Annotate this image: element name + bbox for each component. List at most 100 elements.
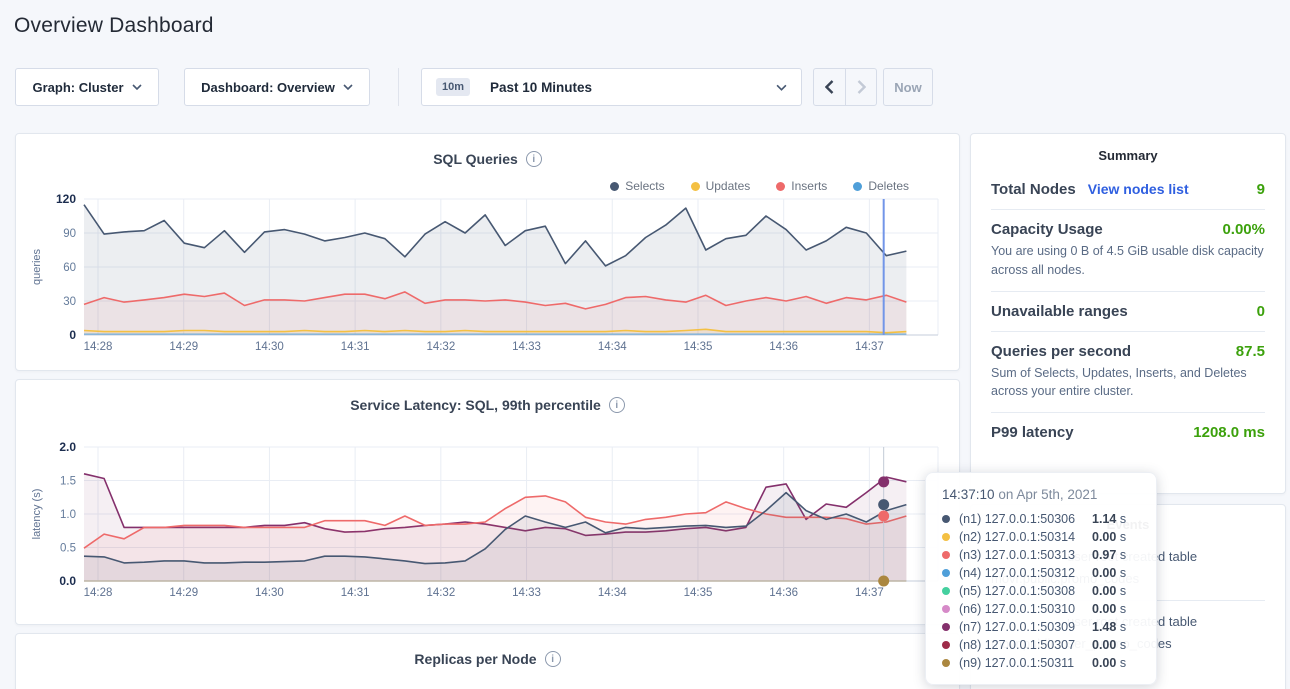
tooltip-node-address: (n3) 127.0.0.1:50313 [959,548,1075,562]
svg-text:0: 0 [69,328,76,342]
chevron-down-icon [343,84,353,90]
svg-text:14:32: 14:32 [426,341,455,353]
chart-hover-tooltip: 14:37:10 on Apr 5th, 2021 (n1) 127.0.0.1… [925,472,1157,685]
svg-text:14:37: 14:37 [855,587,884,599]
tooltip-node-value: 0.00 s [1092,602,1140,616]
now-button[interactable]: Now [883,68,933,106]
tooltip-node-address: (n2) 127.0.0.1:50314 [959,530,1075,544]
summary-divider [991,209,1265,210]
capacity-usage-desc: You are using 0 B of 4.5 GiB usable disk… [991,242,1265,280]
node-color-dot-icon [942,605,950,613]
tooltip-node-value: 0.97 s [1092,548,1140,562]
node-color-dot-icon [942,551,950,559]
svg-text:90: 90 [63,228,76,240]
graph-dropdown-label: Graph: Cluster [32,80,123,95]
tooltip-row: (n9) 127.0.0.1:50311 0.00 s [942,654,1140,672]
node-color-dot-icon [942,533,950,541]
page-title: Overview Dashboard [14,14,214,38]
capacity-usage-value: 0.00% [1222,221,1265,238]
svg-text:14:29: 14:29 [169,587,198,599]
svg-text:14:34: 14:34 [598,341,627,353]
p99-latency-value: 1208.0 ms [1193,424,1265,441]
tooltip-node-value: 0.00 s [1092,656,1140,670]
dashboard-dropdown[interactable]: Dashboard: Overview [184,68,370,106]
tooltip-node-value: 0.00 s [1092,584,1140,598]
svg-text:1.5: 1.5 [60,476,76,488]
node-color-dot-icon [942,659,950,667]
node-color-dot-icon [942,515,950,523]
svg-text:30: 30 [63,296,76,308]
tooltip-node-address: (n4) 127.0.0.1:50312 [959,566,1075,580]
svg-text:14:36: 14:36 [769,587,798,599]
svg-text:14:28: 14:28 [84,587,113,599]
svg-text:0.5: 0.5 [60,543,76,555]
svg-text:14:33: 14:33 [512,587,541,599]
svg-text:14:29: 14:29 [169,341,198,353]
qps-desc: Sum of Selects, Updates, Inserts, and De… [991,364,1265,402]
time-step-back-button[interactable] [814,69,845,105]
svg-text:14:34: 14:34 [598,587,627,599]
svg-text:14:35: 14:35 [684,587,713,599]
total-nodes-value: 9 [1257,181,1265,198]
view-nodes-list-link[interactable]: View nodes list [1088,181,1189,197]
tooltip-row: (n3) 127.0.0.1:50313 0.97 s [942,546,1140,564]
qps-label: Queries per second [991,343,1131,360]
tooltip-node-value: 0.00 s [1092,638,1140,652]
replicas-title: Replicas per Node i [16,651,959,667]
tooltip-node-address: (n9) 127.0.0.1:50311 [959,656,1074,670]
svg-text:14:37: 14:37 [855,341,884,353]
tooltip-node-rows: (n1) 127.0.0.1:50306 1.14 s (n2) 127.0.0.1… [942,510,1140,672]
svg-text:queries: queries [31,248,43,285]
summary-divider [991,412,1265,413]
tooltip-row: (n6) 127.0.0.1:503100.00 s [942,600,1140,618]
tooltip-node-value: 1.14 s [1092,512,1140,526]
tooltip-row: (n7) 127.0.0.1:50309 1.48 s [942,618,1140,636]
node-color-dot-icon [942,587,950,595]
latency-card: Service Latency: SQL, 99th percentile i … [15,379,960,625]
summary-panel: Summary Total Nodes View nodes list 9 Ca… [970,133,1286,494]
time-step-group [813,68,877,106]
svg-text:1.0: 1.0 [60,509,76,521]
tooltip-row: (n1) 127.0.0.1:50306 1.14 s [942,510,1140,528]
svg-text:14:31: 14:31 [341,587,370,599]
total-nodes-label: Total Nodes [991,181,1076,198]
summary-title: Summary [991,148,1265,163]
chevron-down-icon [776,84,787,91]
info-icon[interactable]: i [545,651,561,667]
replicas-card: Replicas per Node i [15,633,960,689]
svg-text:14:30: 14:30 [255,341,284,353]
tooltip-row: (n2) 127.0.0.1:503140.00 s [942,528,1140,546]
tooltip-node-address: (n7) 127.0.0.1:50309 [959,620,1075,634]
tooltip-node-value: 1.48 s [1092,620,1140,634]
node-color-dot-icon [942,641,950,649]
svg-text:2.0: 2.0 [59,440,76,454]
capacity-usage-label: Capacity Usage [991,221,1103,238]
summary-divider [991,291,1265,292]
p99-latency-label: P99 latency [991,424,1074,441]
svg-text:60: 60 [63,262,76,274]
svg-text:0.0: 0.0 [59,574,76,588]
svg-text:14:35: 14:35 [684,341,713,353]
tooltip-node-address: (n5) 127.0.0.1:50308 [959,584,1075,598]
svg-text:14:36: 14:36 [769,341,798,353]
latency-chart[interactable]: 0.0 0.5 1.0 1.5 2.0 14:28 14:29 14:30 14:31 14:32… [16,380,961,626]
time-range-badge: 10m [436,78,470,96]
tooltip-node-value: 0.00 s [1092,566,1140,580]
sql-queries-chart[interactable]: 030609012014:2814:2914:3014:3114:3214:33… [16,134,961,372]
node-color-dot-icon [942,623,950,631]
graph-dropdown[interactable]: Graph: Cluster [15,68,159,106]
svg-text:14:30: 14:30 [255,587,284,599]
svg-text:14:31: 14:31 [341,341,370,353]
unavailable-ranges-value: 0 [1257,303,1265,320]
tooltip-row: (n8) 127.0.0.1:50307 0.00 s [942,636,1140,654]
tooltip-row: (n4) 127.0.0.1:50312 0.00 s [942,564,1140,582]
tooltip-node-address: (n1) 127.0.0.1:50306 [959,512,1075,526]
time-step-forward-button[interactable] [845,69,876,105]
qps-value: 87.5 [1236,343,1265,360]
sql-queries-card: SQL Queries i SelectsUpdatesInsertsDelet… [15,133,960,371]
tooltip-node-address: (n8) 127.0.0.1:50307 [959,638,1075,652]
controls-divider [398,68,399,106]
time-range-dropdown[interactable]: 10m Past 10 Minutes [421,68,802,106]
svg-text:14:32: 14:32 [426,587,455,599]
summary-divider [991,331,1265,332]
